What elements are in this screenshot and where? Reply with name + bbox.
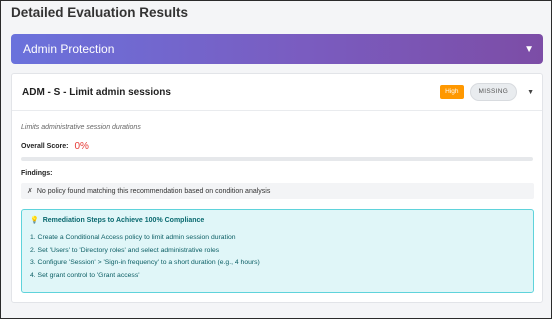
finding-item: ✗ No policy found matching this recommen… [21,183,534,199]
section-header-admin-protection[interactable]: Admin Protection ▼ [11,34,543,64]
remediation-step: 4. Set grant control to 'Grant access' [30,271,140,279]
page-title: Detailed Evaluation Results [11,5,189,20]
remediation-box: 💡 Remediation Steps to Achieve 100% Comp… [21,209,534,293]
remediation-step: 1. Create a Conditional Access policy to… [30,234,236,241]
remediation-step: 3. Configure 'Session' > 'Sign-in freque… [30,259,260,266]
score-progress-bar [21,157,533,161]
recommendation-title: ADM - S - Limit admin sessions [22,86,171,98]
card-header[interactable]: ADM - S - Limit admin sessions High MISS… [12,74,542,111]
recommendation-description: Limits administrative session durations [21,124,141,131]
section-title: Admin Protection [23,42,115,56]
score-label: Overall Score: [21,143,69,150]
remediation-header: 💡 Remediation Steps to Achieve 100% Comp… [30,216,525,225]
severity-badge: High [440,84,464,100]
lightbulb-icon: 💡 [30,217,39,224]
overall-score: Overall Score: 0% [21,141,89,152]
findings-label: Findings: [21,170,53,177]
card-header-badges: High MISSING ▼ [440,82,534,102]
score-value: 0% [74,141,89,152]
chevron-down-icon[interactable]: ▼ [527,89,534,96]
remediation-step: 2. Set 'Users' to 'Directory roles' and … [30,246,220,254]
x-mark-icon: ✗ [27,188,33,195]
app-frame: Detailed Evaluation Results Admin Protec… [0,0,552,319]
chevron-down-icon[interactable]: ▼ [524,44,534,55]
status-badge: MISSING [469,82,518,102]
recommendation-card: ADM - S - Limit admin sessions High MISS… [11,73,543,303]
finding-text: No policy found matching this recommenda… [36,187,271,195]
remediation-title: Remediation Steps to Achieve 100% Compli… [42,216,205,224]
remediation-steps: 1. Create a Conditional Access policy to… [30,232,525,282]
